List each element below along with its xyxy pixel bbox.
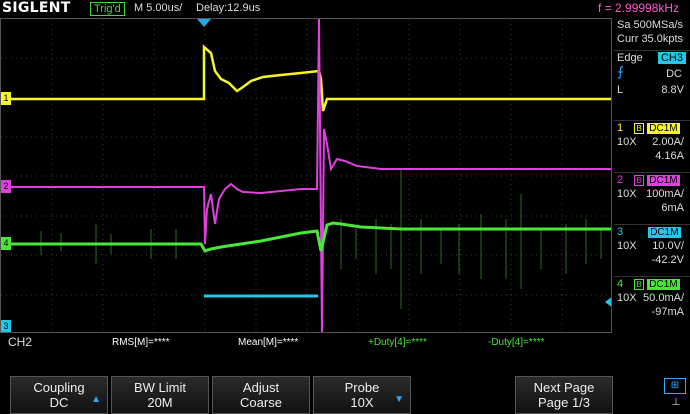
ch4-scale: 50.0mA/ — [643, 292, 684, 304]
ch4-trace — [1, 221, 611, 253]
adjust-value: Coarse — [240, 395, 282, 410]
top-status-bar: SIGLENT Trig'd M 5.00us/ Delay:12.9us f … — [0, 0, 690, 18]
ch2-info[interactable]: 2 B DC1M 10X 100mA/ 6mA — [614, 172, 690, 225]
ch1-number: 1 — [617, 122, 624, 134]
duty-neg-measurement: -Duty[4]=**** — [488, 337, 545, 348]
ch3-scale: 10.0V/ — [652, 240, 684, 252]
trigger-status: Trig'd — [90, 2, 125, 16]
brand-logo: SIGLENT — [2, 0, 71, 16]
network-icon: ⊥ — [671, 397, 681, 408]
trigger-coupling: DC — [666, 68, 682, 80]
trigger-level-label: L — [617, 84, 624, 96]
ch4-marker[interactable]: 4 — [1, 237, 11, 250]
chevron-up-icon: ▲ — [91, 394, 101, 405]
mean-measurement: Mean[M]=**** — [238, 337, 299, 348]
ch2-scale: 100mA/ — [646, 188, 684, 200]
bw-limit-icon: B — [634, 278, 645, 290]
acquisition-panel: Sa 500MSa/s Curr 35.0kpts — [614, 18, 690, 46]
ch4-info[interactable]: 4 B DC1M 10X 50.0mA/ -97mA — [614, 276, 690, 329]
ch3-number: 3 — [617, 226, 624, 238]
bw-limit-value: 20M — [147, 395, 173, 410]
trigger-delay[interactable]: Delay:12.9us — [196, 2, 260, 14]
timebase[interactable]: M 5.00us/ — [134, 2, 182, 14]
ch1-probe: 10X — [617, 136, 637, 148]
measurement-bar: CH2 RMS[M]=**** Mean[M]=**** +Duty[4]=**… — [0, 335, 612, 349]
trigger-source: CH3 — [657, 52, 686, 64]
rms-measurement: RMS[M]=**** — [112, 337, 170, 348]
bw-limit-icon: B — [634, 122, 645, 134]
waveform-display[interactable]: 1 2 4 3 — [0, 18, 612, 333]
next-page-label: Next Page — [533, 380, 595, 395]
trigger-panel[interactable]: Edge CH3 ⨍ DC L 8.8V — [614, 50, 690, 117]
trigger-position-marker[interactable] — [197, 19, 211, 27]
probe-label: Probe — [344, 380, 380, 395]
memory-depth: Curr 35.0kpts — [617, 33, 684, 45]
ch2-probe: 10X — [617, 188, 637, 200]
frequency-counter: f = 2.99998kHz — [598, 1, 680, 15]
ch3-coupling: DC1M — [648, 227, 681, 238]
ch3-offset: -42.2V — [651, 254, 684, 266]
ch1-coupling: DC1M — [647, 123, 680, 134]
coupling-label: Coupling — [33, 380, 85, 395]
ch2-marker[interactable]: 2 — [1, 180, 11, 193]
ch1-marker[interactable]: 1 — [1, 92, 11, 105]
bw-limit-label: BW Limit — [134, 380, 186, 395]
ch2-number: 2 — [617, 174, 624, 186]
ch3-info[interactable]: 3 DC1M 10X 10.0V/ -42.2V — [614, 224, 690, 277]
ch3-marker[interactable]: 3 — [1, 320, 11, 332]
softkey-bar: Coupling DC ▲ BW Limit 20M Adjust Coarse… — [0, 350, 690, 414]
ch2-coupling: DC1M — [647, 175, 680, 186]
waveform-canvas — [1, 19, 612, 332]
trigger-edge-icon: ⨍ — [617, 64, 624, 79]
usb-icon: ⊞ — [664, 378, 686, 394]
adjust-label: Adjust — [242, 380, 280, 395]
ch1-info[interactable]: 1 B DC1M 10X 2.00A/ 4.16A — [614, 120, 690, 173]
next-page-softkey[interactable]: Next Page Page 1/3 — [515, 376, 613, 414]
probe-softkey[interactable]: Probe 10X ▼ — [313, 376, 411, 414]
sample-rate: Sa 500MSa/s — [617, 19, 684, 31]
trigger-level-marker[interactable] — [605, 296, 612, 308]
coupling-softkey[interactable]: Coupling DC ▲ — [10, 376, 108, 414]
ch2-offset: 6mA — [661, 202, 684, 214]
ch1-scale: 2.00A/ — [652, 136, 684, 148]
duty-pos-measurement: +Duty[4]=**** — [368, 337, 427, 348]
ch1-offset: 4.16A — [655, 150, 684, 162]
ch4-coupling: DC1M — [647, 279, 680, 290]
ch4-probe: 10X — [617, 292, 637, 304]
bw-limit-softkey[interactable]: BW Limit 20M — [111, 376, 209, 414]
chevron-down-icon: ▼ — [394, 394, 404, 405]
ch3-probe: 10X — [617, 240, 637, 252]
trigger-level: 8.8V — [661, 84, 684, 96]
trigger-type: Edge — [617, 52, 643, 64]
bw-limit-icon: B — [634, 174, 645, 186]
ch4-offset: -97mA — [651, 306, 684, 318]
menu-channel-label: CH2 — [8, 335, 33, 349]
page-indicator: Page 1/3 — [537, 395, 591, 410]
ch4-number: 4 — [617, 278, 624, 290]
adjust-softkey[interactable]: Adjust Coarse — [212, 376, 310, 414]
